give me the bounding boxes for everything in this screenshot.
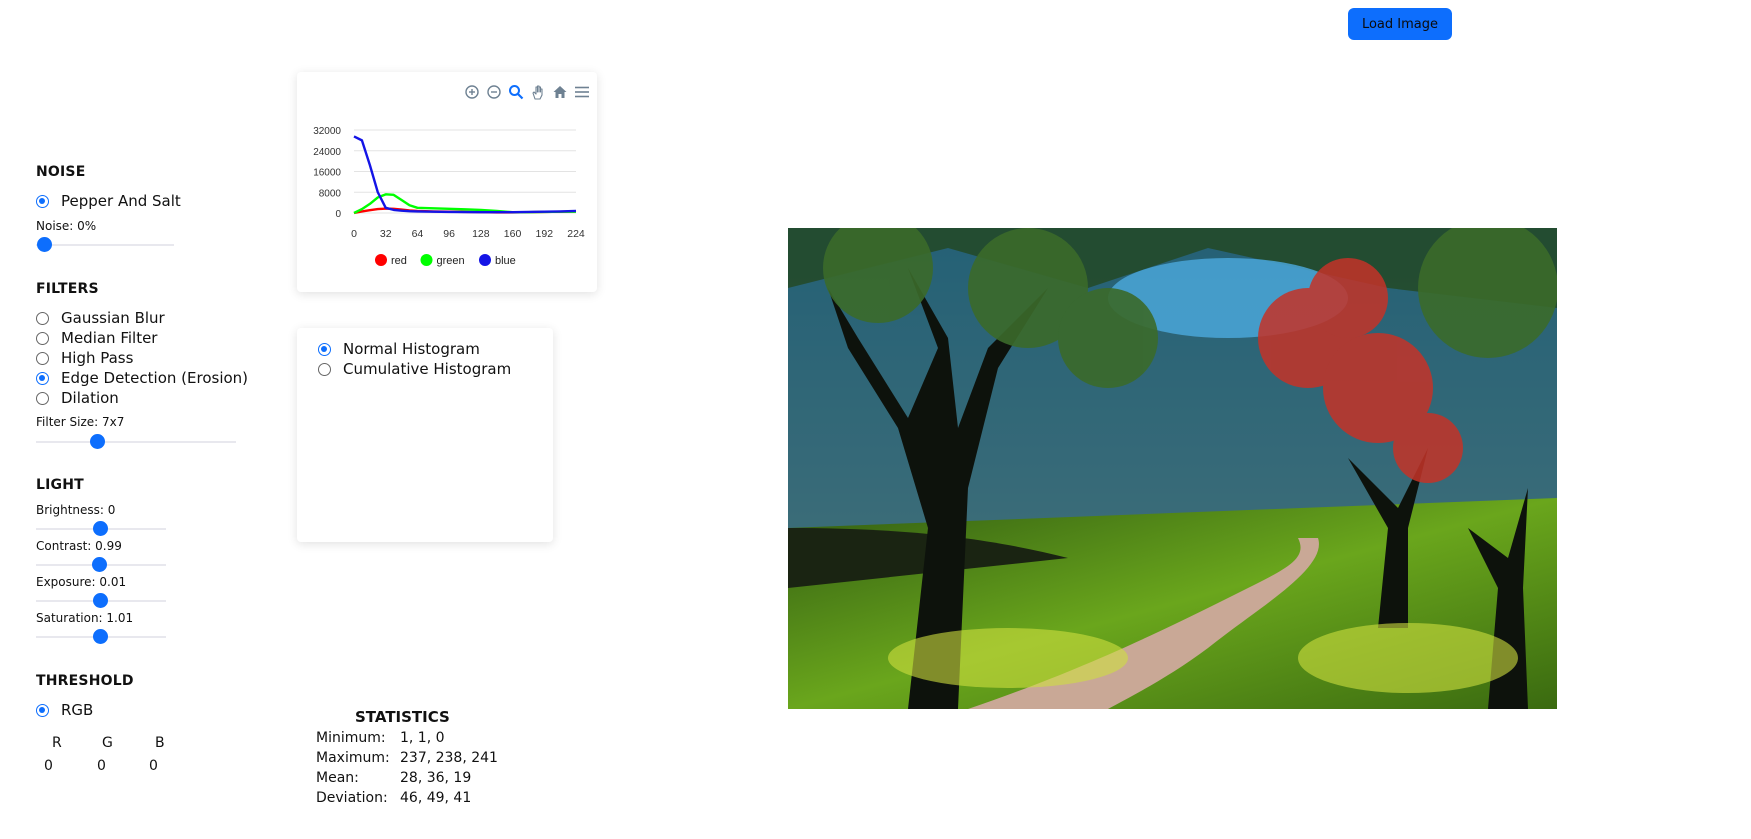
channel-b-label: B <box>155 735 165 751</box>
zoom-in-icon[interactable] <box>464 84 480 100</box>
contrast-slider-thumb[interactable] <box>92 557 107 572</box>
radio-button[interactable] <box>36 351 49 365</box>
x-tick-label: 64 <box>412 228 424 240</box>
y-tick-label: 8000 <box>319 188 342 199</box>
saturation-label: Saturation: 1.01 <box>36 611 134 625</box>
exposure-slider-thumb[interactable] <box>93 593 108 608</box>
threshold-option-rgb[interactable]: RGB <box>36 701 93 719</box>
x-tick-label: 32 <box>380 228 392 240</box>
legend-label-green: green <box>437 255 465 267</box>
radio-button[interactable] <box>36 703 49 717</box>
stat-minimum-label: Minimum: <box>316 730 386 746</box>
noise-option-pepper-salt[interactable]: Pepper And Salt <box>36 192 181 210</box>
filter-option-label: High Pass <box>61 349 134 367</box>
brightness-label: Brightness: 0 <box>36 503 116 517</box>
menu-icon[interactable] <box>574 84 590 100</box>
filter-option-label: Median Filter <box>61 329 158 347</box>
x-tick-label: 224 <box>567 228 585 240</box>
histogram-option-label: Normal Histogram <box>343 340 480 358</box>
cumulative-histogram-option[interactable]: Cumulative Histogram <box>318 360 511 378</box>
saturation-slider[interactable] <box>36 629 166 644</box>
threshold-option-label: RGB <box>61 701 94 719</box>
y-tick-label: 16000 <box>313 168 341 179</box>
filter-option-dilation[interactable]: Dilation <box>36 389 119 407</box>
y-tick-label: 24000 <box>313 147 341 158</box>
legend-label-blue: blue <box>495 255 516 267</box>
saturation-slider-thumb[interactable] <box>93 629 108 644</box>
legend-marker-blue <box>479 254 491 266</box>
series-line-green <box>353 193 576 215</box>
brightness-slider-thumb[interactable] <box>93 521 108 536</box>
processed-image <box>788 228 1557 709</box>
chart-toolbar <box>464 84 590 100</box>
filter-size-slider-thumb[interactable] <box>90 434 105 449</box>
filter-size-slider[interactable] <box>36 434 236 449</box>
pan-hand-icon[interactable] <box>530 84 546 100</box>
noise-slider-label: Noise: 0% <box>36 219 97 233</box>
filter-option-label: Dilation <box>61 389 119 407</box>
radio-button[interactable] <box>36 311 49 325</box>
home-icon[interactable] <box>552 84 568 100</box>
stat-deviation-value: 46, 49, 41 <box>400 790 472 806</box>
magnifier-icon[interactable] <box>508 84 524 100</box>
filter-option-median-filter[interactable]: Median Filter <box>36 329 157 347</box>
radio-button[interactable] <box>318 342 331 356</box>
y-tick-label: 0 <box>335 209 341 220</box>
light-section-title: LIGHT <box>36 477 84 493</box>
radio-button[interactable] <box>36 391 49 405</box>
normal-histogram-option[interactable]: Normal Histogram <box>318 340 480 358</box>
filter-option-label: Edge Detection (Erosion) <box>61 369 249 387</box>
x-tick-label: 192 <box>536 228 554 240</box>
noise-slider-thumb[interactable] <box>37 237 52 252</box>
filter-option-gaussian-blur[interactable]: Gaussian Blur <box>36 309 165 327</box>
zoom-out-icon[interactable] <box>486 84 502 100</box>
channel-b-value[interactable]: 0 <box>149 758 158 774</box>
filters-section-title: FILTERS <box>36 281 99 297</box>
filter-size-label: Filter Size: 7x7 <box>36 415 125 429</box>
series-line-blue <box>353 135 577 214</box>
histogram-option-label: Cumulative Histogram <box>343 360 512 378</box>
radio-button[interactable] <box>36 371 49 385</box>
y-tick-label: 32000 <box>313 126 341 137</box>
x-tick-label: 128 <box>472 228 490 240</box>
noise-slider[interactable] <box>36 237 174 252</box>
x-tick-label: 160 <box>504 228 522 240</box>
legend-marker-red <box>375 254 387 266</box>
noise-section-title: NOISE <box>36 164 86 180</box>
exposure-slider[interactable] <box>36 593 166 608</box>
filter-option-label: Gaussian Blur <box>61 309 165 327</box>
stat-minimum-value: 1, 1, 0 <box>400 730 445 746</box>
legend-label-red: red <box>391 255 407 267</box>
channel-g-label: G <box>102 735 113 751</box>
contrast-slider[interactable] <box>36 557 166 572</box>
stat-mean-value: 28, 36, 19 <box>400 770 472 786</box>
channel-r-label: R <box>52 735 62 751</box>
radio-button[interactable] <box>36 331 49 345</box>
stat-deviation-label: Deviation: <box>316 790 388 806</box>
noise-option-label: Pepper And Salt <box>61 192 181 210</box>
contrast-label: Contrast: 0.99 <box>36 539 122 553</box>
histogram-chart: 32000 24000 16000 8000 00 32 64 96 128 160 192 224 r… <box>313 126 585 267</box>
stat-mean-label: Mean: <box>316 770 359 786</box>
load-image-button[interactable]: Load Image <box>1348 8 1452 40</box>
radio-button[interactable] <box>318 362 331 376</box>
exposure-label: Exposure: 0.01 <box>36 575 127 589</box>
statistics-title: STATISTICS <box>355 708 450 726</box>
legend-marker-green <box>420 254 433 266</box>
brightness-slider[interactable] <box>36 521 166 536</box>
channel-r-value[interactable]: 0 <box>44 758 53 774</box>
x-tick-label: 96 <box>443 228 455 240</box>
stat-maximum-value: 237, 238, 241 <box>400 750 498 766</box>
radio-button[interactable] <box>36 194 49 208</box>
filter-option-edge-detection[interactable]: Edge Detection (Erosion) <box>36 369 248 387</box>
x-tick-label: 0 <box>351 228 357 240</box>
filter-option-high-pass[interactable]: High Pass <box>36 349 133 367</box>
threshold-section-title: THRESHOLD <box>36 673 134 689</box>
channel-g-value[interactable]: 0 <box>97 758 106 774</box>
stat-maximum-label: Maximum: <box>316 750 390 766</box>
